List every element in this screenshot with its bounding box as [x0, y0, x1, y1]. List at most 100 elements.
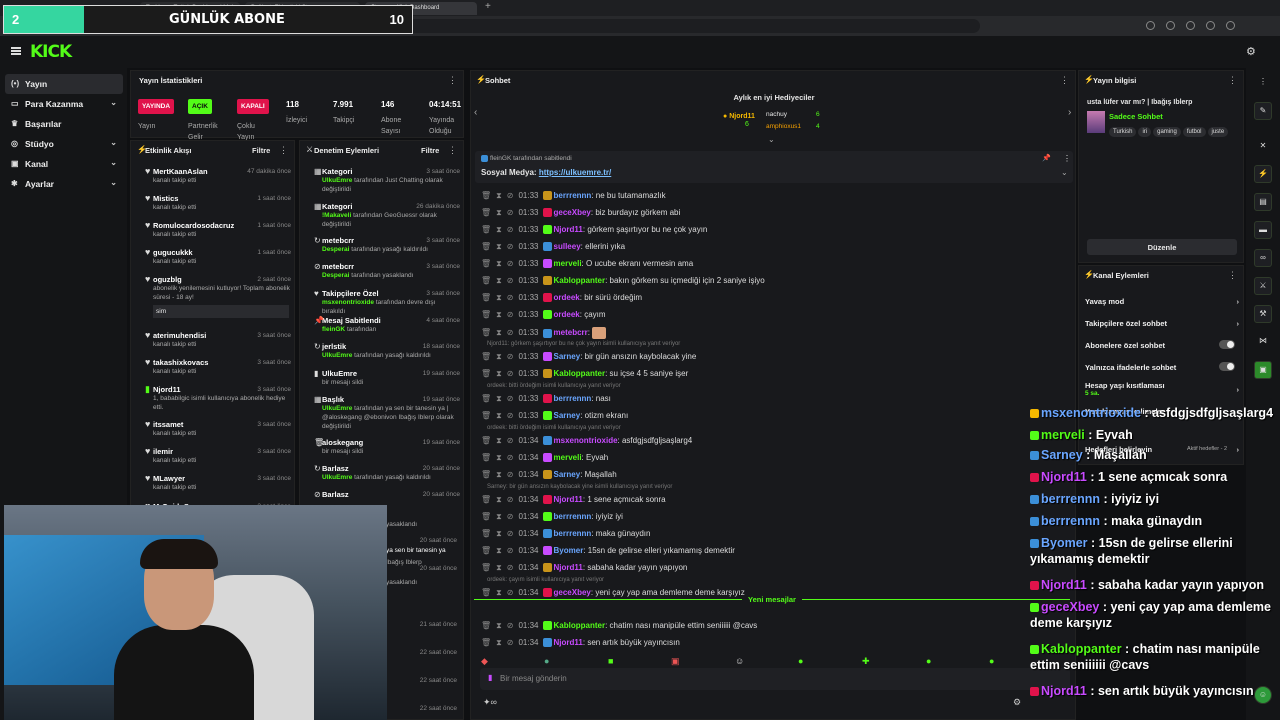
delete-icon[interactable]: 🗑 [481, 529, 491, 538]
timeout-icon[interactable]: ⧗ [496, 495, 502, 504]
delete-icon[interactable]: 🗑 [481, 225, 491, 234]
timeout-icon[interactable]: ⧗ [496, 293, 502, 302]
delete-icon[interactable]: 🗑 [481, 588, 491, 597]
ban-icon[interactable]: ⊘ [507, 546, 514, 555]
chat-username[interactable]: ordeek [554, 293, 580, 302]
timeout-icon[interactable]: ⧗ [496, 259, 502, 268]
timeout-icon[interactable]: ⧗ [496, 638, 502, 647]
edit-button[interactable]: Düzenle [1087, 239, 1237, 255]
timeout-icon[interactable]: ⧗ [496, 621, 502, 630]
toggle-switch[interactable] [1219, 340, 1235, 349]
ban-icon[interactable]: ⊘ [507, 411, 514, 420]
emote-icon[interactable]: ● [989, 656, 994, 666]
ban-icon[interactable]: ⊘ [507, 621, 514, 630]
delete-icon[interactable]: 🗑 [481, 436, 491, 445]
delete-icon[interactable]: 🗑 [481, 293, 491, 302]
ban-icon[interactable]: ⊘ [507, 529, 514, 538]
chat-bubble-icon[interactable]: ▬ [1254, 221, 1272, 239]
chat-username[interactable]: Njord11 [554, 495, 583, 504]
chat-username[interactable]: berrrennn [554, 529, 592, 538]
timeout-icon[interactable]: ⧗ [496, 310, 502, 319]
delete-icon[interactable]: 🗑 [481, 411, 491, 420]
delete-icon[interactable]: 🗑 [481, 638, 491, 647]
timeout-icon[interactable]: ⧗ [496, 242, 502, 251]
chat-username[interactable]: merveli [554, 259, 582, 268]
ban-icon[interactable]: ⊘ [507, 453, 514, 462]
ban-icon[interactable]: ⊘ [507, 588, 514, 597]
ban-icon[interactable]: ⊘ [507, 242, 514, 251]
ban-icon[interactable]: ⊘ [507, 394, 514, 403]
more-icon[interactable]: ⋮ [448, 75, 457, 86]
reply-context[interactable]: ordeek: bitti ördeğim isimli kullanıcıya… [487, 383, 621, 389]
timeout-icon[interactable]: ⧗ [496, 328, 502, 337]
chat-username[interactable]: ordeek [554, 310, 580, 319]
emote-icon[interactable]: ● [926, 656, 931, 666]
chat-username[interactable]: geceXbey [554, 208, 591, 217]
timeout-icon[interactable]: ⧗ [496, 369, 502, 378]
profile-icon[interactable] [1206, 21, 1215, 30]
chat-username[interactable]: Sarney [554, 352, 581, 361]
menu-icon[interactable] [1226, 21, 1235, 30]
mod-actor[interactable]: fleinGK [322, 326, 345, 333]
reply-context[interactable]: ordeek: bitti ördeğim isimli kullanıcıya… [487, 425, 621, 431]
more-icon[interactable]: ⋮ [1254, 74, 1272, 92]
nav-item-kanal[interactable]: ▣ Kanal ⌄ [5, 154, 123, 174]
delete-icon[interactable]: 🗑 [481, 394, 491, 403]
chat-tools-icon[interactable]: ✦∞ [483, 697, 497, 708]
close-icon[interactable]: ✕ [1254, 138, 1272, 156]
delete-icon[interactable]: 🗑 [481, 369, 491, 378]
chat-username[interactable]: Njord11 [554, 225, 583, 234]
timeout-icon[interactable]: ⧗ [496, 588, 502, 597]
download-icon[interactable] [1186, 21, 1195, 30]
nav-item-basarilar[interactable]: ♛ Başarılar [5, 114, 123, 134]
timeout-icon[interactable]: ⧗ [496, 276, 502, 285]
emote-icon[interactable]: ▣ [671, 656, 680, 667]
delete-icon[interactable]: 🗑 [481, 495, 491, 504]
chat-username[interactable]: berrrennn [554, 191, 592, 200]
extension-icon[interactable] [1166, 21, 1175, 30]
kick-logo[interactable]: KICK [30, 42, 72, 62]
trash-icon[interactable]: ▤ [1254, 193, 1272, 211]
ban-icon[interactable]: ⊘ [507, 512, 514, 521]
emote-icon[interactable]: ● [798, 656, 803, 666]
account-icon[interactable]: ⚙ [1246, 45, 1256, 58]
green-action-icon[interactable]: ▣ [1254, 361, 1272, 379]
ban-icon[interactable]: ⊘ [507, 495, 514, 504]
ban-icon[interactable]: ⊘ [507, 436, 514, 445]
delete-icon[interactable]: 🗑 [481, 276, 491, 285]
delete-icon[interactable]: 🗑 [481, 512, 491, 521]
more-icon[interactable]: ⋮ [1228, 270, 1237, 281]
delete-icon[interactable]: 🗑 [481, 259, 491, 268]
chat-username[interactable]: Kabloppanter [554, 369, 606, 378]
chat-input[interactable]: ▮ Bir mesaj gönderin [480, 668, 1070, 690]
ban-icon[interactable]: ⊘ [507, 208, 514, 217]
timeout-icon[interactable]: ⧗ [496, 208, 502, 217]
ban-icon[interactable]: ⊘ [507, 191, 514, 200]
delete-icon[interactable]: 🗑 [481, 242, 491, 251]
nav-item-studyo[interactable]: ◎ Stüdyo ⌄ [5, 134, 123, 154]
chat-username[interactable]: Sarney [554, 411, 581, 420]
action-slow-mode[interactable]: Yavaş mod › [1085, 297, 1239, 306]
ban-icon[interactable]: ⊘ [507, 369, 514, 378]
timeout-icon[interactable]: ⧗ [496, 470, 502, 479]
mod-actor[interactable]: UlkuEmre [322, 474, 352, 481]
stream-category[interactable]: Sadece Sohbet [1109, 112, 1163, 121]
share-icon[interactable]: ⋈ [1254, 333, 1272, 351]
ban-icon[interactable]: ⊘ [507, 563, 514, 572]
chat-username[interactable]: sulleey [554, 242, 581, 251]
timeout-icon[interactable]: ⧗ [496, 546, 502, 555]
reply-context[interactable]: ordeek: çayım isimli kullanıcıya yanıt v… [487, 577, 604, 583]
new-tab-icon[interactable]: + [485, 1, 491, 12]
more-icon[interactable]: ⋮ [1063, 154, 1071, 163]
chat-username[interactable]: Kabloppanter [554, 621, 606, 630]
chat-username[interactable]: Byomer [554, 546, 584, 555]
more-icon[interactable]: ⋮ [448, 145, 457, 156]
nav-item-ayarlar[interactable]: ✱ Ayarlar ⌄ [5, 174, 123, 194]
filter-button[interactable]: Filtre [252, 146, 270, 155]
chevron-right-icon[interactable]: › [1068, 107, 1071, 118]
ban-icon[interactable]: ⊘ [507, 293, 514, 302]
chat-username[interactable]: Njord11 [554, 638, 583, 647]
chevron-left-icon[interactable]: ‹ [474, 107, 477, 118]
mod-actor[interactable]: msxenontrioxide [322, 299, 374, 306]
delete-icon[interactable]: 🗑 [481, 546, 491, 555]
